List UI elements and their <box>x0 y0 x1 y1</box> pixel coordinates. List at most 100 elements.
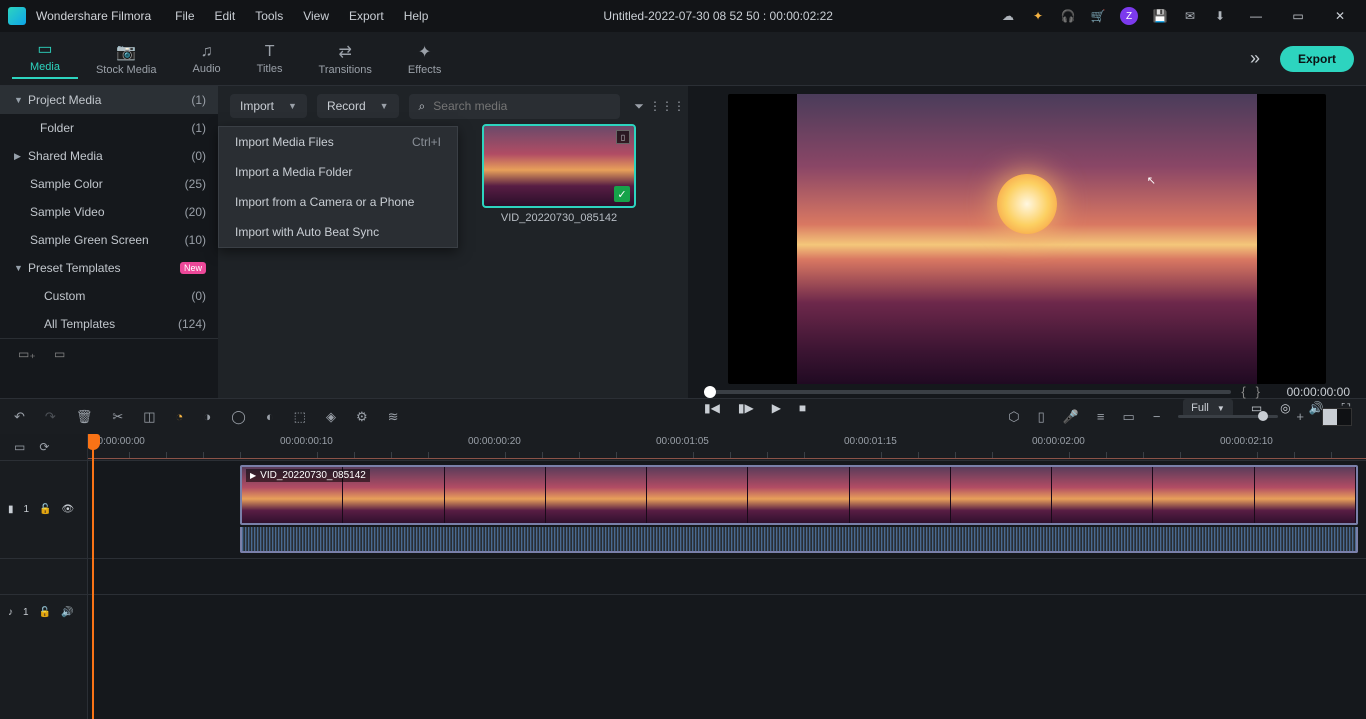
adjust-button[interactable]: ⚙ <box>356 409 368 425</box>
timeline-view-toggle[interactable] <box>1322 408 1352 426</box>
avatar[interactable]: Z <box>1120 7 1138 25</box>
timeline-ruler[interactable]: 00:00:00:0000:00:00:1000:00:00:2000:00:0… <box>88 434 1366 460</box>
speed-button[interactable]: ◔ <box>176 409 184 424</box>
more-tabs-button[interactable]: » <box>1244 48 1266 69</box>
headphones-icon[interactable]: 🎧 <box>1060 8 1076 24</box>
empty-track[interactable] <box>88 558 1366 594</box>
menu-help[interactable]: Help <box>396 5 437 27</box>
sidebar-sample-green-screen[interactable]: Sample Green Screen(10) <box>0 226 218 254</box>
eye-icon[interactable]: 👁 <box>62 504 75 515</box>
cloud-icon[interactable]: ☁ <box>1000 8 1016 24</box>
ruler-tick: 00:00:02:00 <box>1032 436 1085 447</box>
import-media-files[interactable]: Import Media FilesCtrl+I <box>219 127 457 157</box>
sidebar-sample-color[interactable]: Sample Color(25) <box>0 170 218 198</box>
import-auto-beat-sync[interactable]: Import with Auto Beat Sync <box>219 217 457 247</box>
filter-icon[interactable]: ⏷ <box>630 97 648 115</box>
checkmark-icon: ✓ <box>614 186 630 202</box>
save-icon[interactable]: 💾 <box>1152 8 1168 24</box>
zoom-slider[interactable] <box>1178 415 1278 418</box>
tab-audio[interactable]: ♫Audio <box>175 43 239 75</box>
maximize-button[interactable]: ▭ <box>1284 4 1312 28</box>
color-button[interactable]: ◑ <box>203 409 211 424</box>
scrub-handle[interactable] <box>704 386 716 398</box>
record-dropdown[interactable]: Record▼ <box>317 94 399 118</box>
crop-button[interactable]: ◫ <box>143 409 155 425</box>
mark-in-icon[interactable]: { <box>1241 384 1245 399</box>
thumb-vid[interactable]: ▯ ✓ VID_20220730_085142 <box>484 126 634 224</box>
close-button[interactable]: ✕ <box>1326 4 1354 28</box>
menu-file[interactable]: File <box>167 5 202 27</box>
sidebar-shared-media[interactable]: ▶Shared Media(0) <box>0 142 218 170</box>
delete-button[interactable]: 🗑 <box>76 409 93 425</box>
menu-edit[interactable]: Edit <box>207 5 244 27</box>
audio-wave-button[interactable]: ≋ <box>388 409 399 425</box>
audio-track[interactable] <box>88 594 1366 630</box>
play-button[interactable]: ▶ <box>772 401 781 415</box>
undo-button[interactable]: ↶ <box>14 409 25 425</box>
video-track[interactable]: VID_20220730_085142 <box>88 460 1366 558</box>
folder-icon[interactable]: ▭ <box>54 347 70 363</box>
cut-button[interactable]: ✂ <box>112 409 123 425</box>
zoom-in-button[interactable]: + <box>1296 409 1304 424</box>
sparkle-icon[interactable]: ✦ <box>1030 8 1046 24</box>
mail-icon[interactable]: ✉ <box>1182 8 1198 24</box>
zoom-out-button[interactable]: − <box>1153 409 1161 424</box>
effects-icon: ✦ <box>418 42 431 62</box>
keyframe-button[interactable]: ⬚ <box>294 409 306 425</box>
audio-track-header[interactable]: ♪1 🔓 🔊 <box>0 594 87 630</box>
preview-viewport[interactable]: ↖ <box>728 94 1326 384</box>
sidebar-custom[interactable]: Custom(0) <box>0 282 218 310</box>
menu-export[interactable]: Export <box>341 5 392 27</box>
tab-titles[interactable]: TTitles <box>239 43 301 75</box>
green-screen-button[interactable]: ◯ <box>231 409 246 425</box>
cart-icon[interactable]: 🛒 <box>1090 8 1106 24</box>
lock-icon[interactable]: 🔓 <box>39 607 51 618</box>
tab-stock-media[interactable]: 📷Stock Media <box>78 42 175 76</box>
motion-button[interactable]: ◐ <box>266 409 274 424</box>
marker-button[interactable]: ▯ <box>1038 409 1045 425</box>
frame-back-button[interactable]: ▮▶ <box>738 401 754 415</box>
mixer-button[interactable]: ≡ <box>1097 409 1105 424</box>
import-dropdown[interactable]: Import▼ <box>230 94 307 118</box>
tab-media[interactable]: ▭Media <box>12 39 78 79</box>
title: Untitled-2022-07-30 08 52 50 : 00:00:02:… <box>440 9 996 23</box>
sidebar-preset-templates[interactable]: ▼Preset TemplatesNew <box>0 254 218 282</box>
video-track-header[interactable]: ▮1 🔓 👁 <box>0 460 87 558</box>
sidebar-sample-video[interactable]: Sample Video(20) <box>0 198 218 226</box>
snap-button[interactable]: ▭ <box>1123 409 1135 425</box>
tab-effects[interactable]: ✦Effects <box>390 42 459 76</box>
export-button[interactable]: Export <box>1280 46 1354 72</box>
menu-tools[interactable]: Tools <box>247 5 291 27</box>
stop-button[interactable]: ■ <box>799 401 806 415</box>
sidebar-folder[interactable]: Folder(1) <box>0 114 218 142</box>
zoom-handle[interactable] <box>1258 411 1268 421</box>
sidebar-all-templates[interactable]: All Templates(124) <box>0 310 218 338</box>
mark-out-icon[interactable]: } <box>1256 384 1260 399</box>
preview-timecode: 00:00:00:00 <box>1270 385 1350 399</box>
link-button[interactable]: ⟳ <box>39 440 49 454</box>
timeline-clip[interactable]: VID_20220730_085142 <box>240 465 1358 525</box>
menu-view[interactable]: View <box>295 5 337 27</box>
redo-button[interactable]: ↷ <box>45 409 56 425</box>
search-media-input[interactable]: ⌕ <box>409 94 620 119</box>
render-button[interactable]: ⬡ <box>1008 409 1019 425</box>
playhead[interactable] <box>92 434 94 719</box>
minimize-button[interactable]: — <box>1242 4 1270 28</box>
new-folder-icon[interactable]: ▭₊ <box>18 347 34 363</box>
add-track-button[interactable]: ▭ <box>14 440 25 454</box>
grid-view-icon[interactable]: ⋮⋮⋮ <box>658 97 676 115</box>
mask-button[interactable]: ◈ <box>326 409 336 425</box>
thumb-image[interactable]: ▯ ✓ <box>484 126 634 206</box>
timeline-clip-audio[interactable] <box>240 527 1358 553</box>
search-icon: ⌕ <box>419 99 426 114</box>
speaker-icon[interactable]: 🔊 <box>61 607 73 618</box>
tab-transitions[interactable]: ⇄Transitions <box>301 42 390 76</box>
step-back-button[interactable]: ▮◀ <box>704 401 720 415</box>
voiceover-button[interactable]: 🎤 <box>1063 409 1079 425</box>
scrub-slider[interactable] <box>704 390 1231 394</box>
sidebar-project-media[interactable]: ▼Project Media(1) <box>0 86 218 114</box>
import-from-camera[interactable]: Import from a Camera or a Phone <box>219 187 457 217</box>
download-icon[interactable]: ⬇ <box>1212 8 1228 24</box>
lock-icon[interactable]: 🔓 <box>39 504 51 515</box>
import-media-folder[interactable]: Import a Media Folder <box>219 157 457 187</box>
